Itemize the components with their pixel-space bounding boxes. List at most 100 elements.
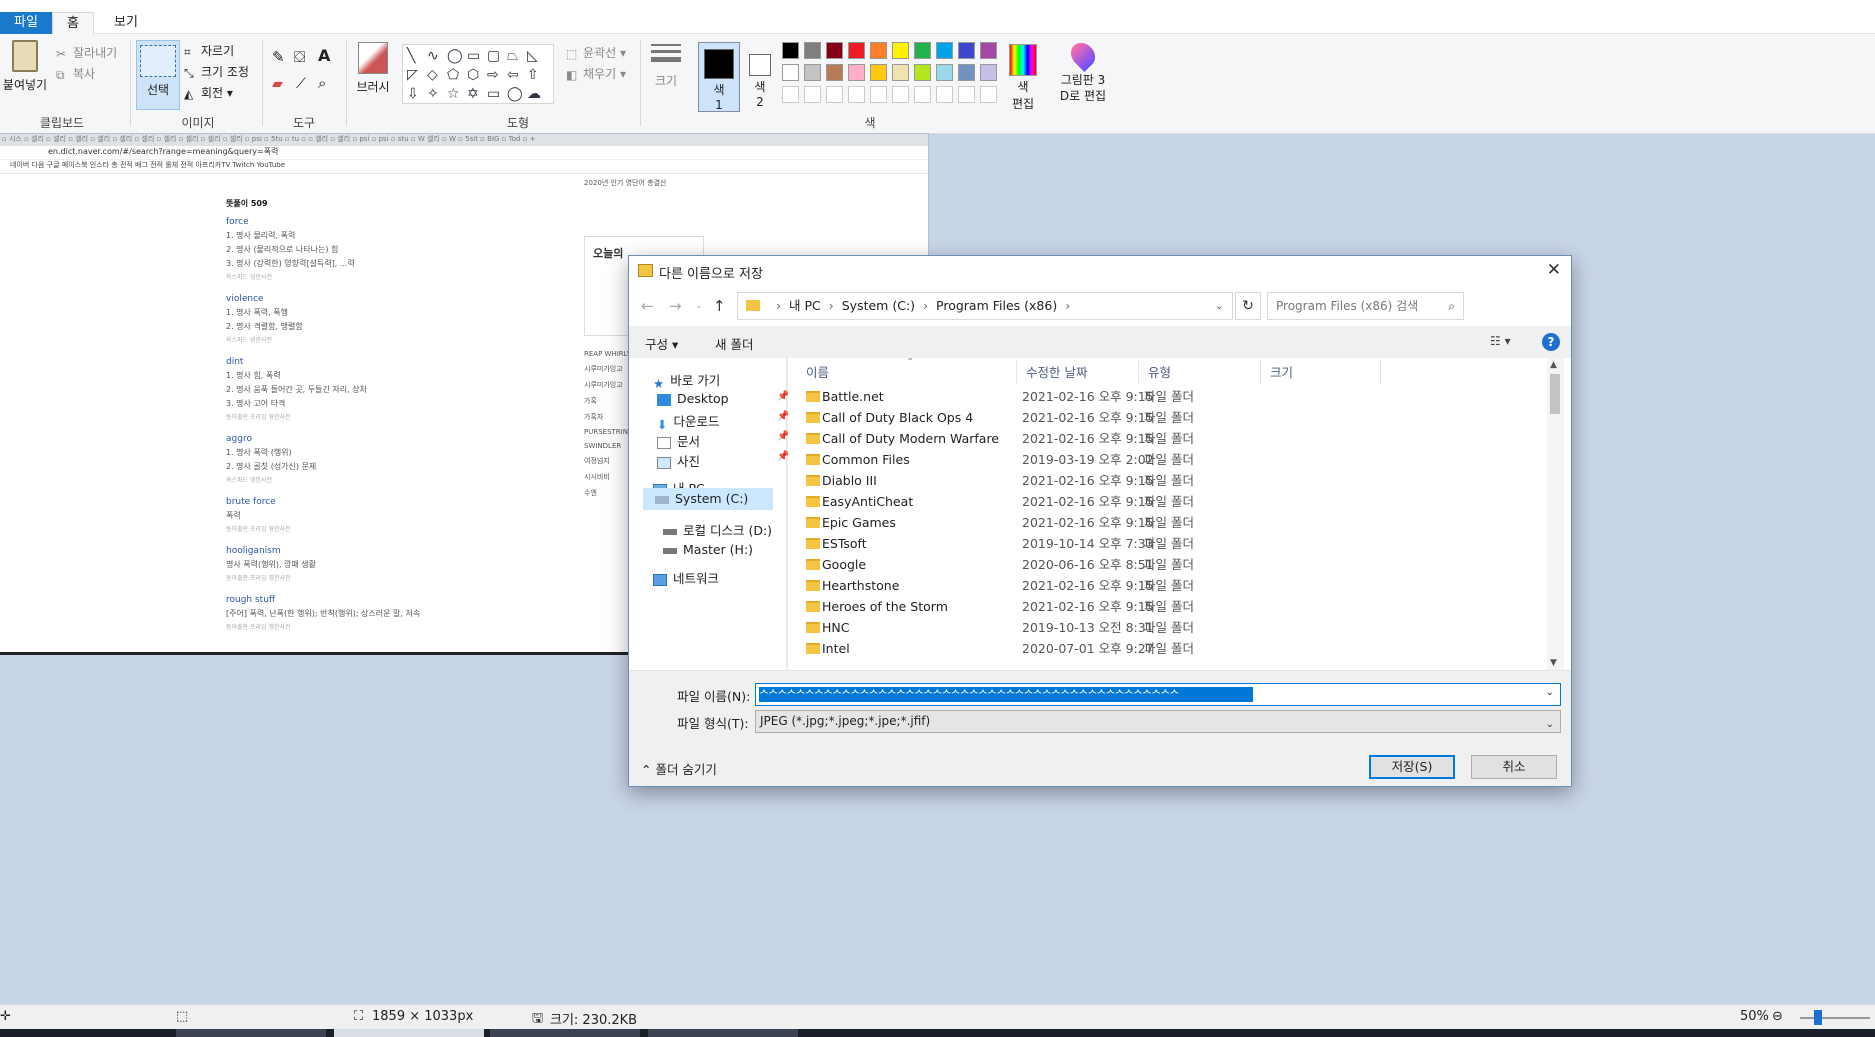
color-picker-icon[interactable]: ⟋ <box>296 76 306 92</box>
custom-color-slot[interactable] <box>870 86 887 103</box>
crop-button[interactable]: ⌗ 자르기 <box>184 42 234 59</box>
taskbar-item[interactable] <box>176 1029 326 1037</box>
select-button[interactable]: 선택 <box>136 40 180 110</box>
custom-color-slot[interactable] <box>892 86 909 103</box>
palette-color-swatch[interactable] <box>782 64 799 81</box>
resize-button[interactable]: ⤡ 크기 조정 <box>184 63 249 80</box>
column-date[interactable]: 수정한 날짜 <box>1026 362 1087 384</box>
custom-color-slot[interactable] <box>826 86 843 103</box>
palette-color-swatch[interactable] <box>804 42 821 59</box>
file-row[interactable]: Heroes of the Storm 2021-02-16 오후 9:15 파일 … <box>788 596 1428 617</box>
left-arrow-shape-icon[interactable]: ⇦ <box>507 66 519 84</box>
custom-color-slot[interactable] <box>980 86 997 103</box>
address-bar[interactable]: › 내 PC › System (C:) › Program Files (x86) › ⌄ <box>737 292 1233 320</box>
star6-shape-icon[interactable]: ✡ <box>467 85 479 103</box>
custom-color-slot[interactable] <box>848 86 865 103</box>
palette-color-swatch[interactable] <box>980 42 997 59</box>
palette-color-swatch[interactable] <box>914 64 931 81</box>
polygon-shape-icon[interactable]: ⏢ <box>507 47 518 65</box>
scrollbar-thumb[interactable] <box>1550 374 1560 414</box>
chevron-down-icon[interactable]: ⌄ <box>1546 687 1554 698</box>
size-button[interactable]: 크기 <box>646 42 686 89</box>
refresh-icon[interactable]: ↻ <box>1235 292 1261 320</box>
save-button[interactable]: 저장(S) <box>1369 755 1455 779</box>
nav-desktop[interactable]: Desktop 📌 <box>657 391 797 406</box>
file-row[interactable]: Intel 2020-07-01 오후 9:27 파일 폴더 <box>788 638 1428 659</box>
callout-rect-shape-icon[interactable]: ▭ <box>487 85 500 103</box>
file-row[interactable]: Hearthstone 2021-02-16 오후 9:15 파일 폴더 <box>788 575 1428 596</box>
text-icon[interactable]: A <box>318 46 330 65</box>
file-row[interactable]: Battle.net 2021-02-16 오후 9:15 파일 폴더 <box>788 386 1428 407</box>
file-row[interactable]: Diablo III 2021-02-16 오후 9:15 파일 폴더 <box>788 470 1428 491</box>
column-name[interactable]: 이름 <box>806 362 829 384</box>
palette-color-swatch[interactable] <box>914 42 931 59</box>
scroll-up-icon[interactable]: ▲ <box>1550 360 1557 370</box>
star4-shape-icon[interactable]: ✧ <box>427 85 439 103</box>
up-arrow-shape-icon[interactable]: ⇧ <box>527 66 539 84</box>
eraser-icon[interactable]: ▰ <box>272 76 283 92</box>
file-row[interactable]: EasyAntiCheat 2021-02-16 오후 9:15 파일 폴더 <box>788 491 1428 512</box>
view-options-icon[interactable]: ☷ ▾ <box>1490 334 1511 348</box>
pencil-icon[interactable]: ✎ <box>272 48 285 66</box>
taskbar-item[interactable] <box>648 1029 798 1037</box>
nav-system-c[interactable]: System (C:) <box>643 488 773 510</box>
fill-button[interactable]: ◧ 채우기 ▾ <box>566 65 626 82</box>
zoom-slider-thumb[interactable] <box>1814 1010 1822 1025</box>
file-row[interactable]: Call of Duty Black Ops 4 2021-02-16 오후 9:… <box>788 407 1428 428</box>
palette-color-swatch[interactable] <box>936 42 953 59</box>
column-size[interactable]: 크기 <box>1270 362 1293 384</box>
nav-master-h[interactable]: Master (H:) <box>663 542 753 557</box>
tab-view[interactable]: 보기 <box>100 12 152 34</box>
nav-local-d[interactable]: 로컬 디스크 (D:) <box>663 520 772 539</box>
palette-color-swatch[interactable] <box>892 42 909 59</box>
column-type[interactable]: 유형 <box>1148 362 1171 384</box>
cut-button[interactable]: ✂ 잘라내기 <box>56 44 117 61</box>
column-separator[interactable] <box>1016 360 1017 384</box>
triangle-shape-icon[interactable]: ◺ <box>527 47 538 65</box>
edit-colors-button[interactable]: 색 편집 <box>1004 44 1042 112</box>
column-separator[interactable] <box>1138 360 1139 384</box>
magnifier-icon[interactable]: ⌕ <box>318 74 326 92</box>
palette-color-swatch[interactable] <box>980 64 997 81</box>
hexagon-shape-icon[interactable]: ⬡ <box>467 66 479 84</box>
palette-color-swatch[interactable] <box>848 42 865 59</box>
back-arrow-icon[interactable]: ← <box>641 297 654 315</box>
breadcrumb-system-c[interactable]: System (C:) <box>842 298 915 313</box>
custom-color-slot[interactable] <box>804 86 821 103</box>
shapes-gallery[interactable]: ╲ ∿ ◯ ▭ ▢ ⏢ ◺ ◸ ◇ ⬠ ⬡ ⇨ ⇦ ⇧ ⇩ ✧ ☆ ✡ ▭ ◯ … <box>402 44 554 104</box>
custom-color-slot[interactable] <box>936 86 953 103</box>
chevron-down-icon[interactable]: ⌄ <box>1215 293 1224 319</box>
tab-home[interactable]: 홈 <box>52 12 94 34</box>
file-row[interactable]: Common Files 2019-03-19 오후 2:02 파일 폴더 <box>788 449 1428 470</box>
zoom-slider[interactable] <box>1800 1017 1870 1019</box>
palette-color-swatch[interactable] <box>870 64 887 81</box>
hide-folders-button[interactable]: ⌃ 폴더 숨기기 <box>641 759 717 778</box>
nav-downloads[interactable]: ⬇ 다운로드 📌 <box>657 411 797 432</box>
nav-pictures[interactable]: 사진 📌 <box>657 451 797 470</box>
copy-button[interactable]: ⧉ 복사 <box>56 65 95 82</box>
custom-color-slot[interactable] <box>914 86 931 103</box>
callout-oval-shape-icon[interactable]: ◯ <box>507 85 523 103</box>
diamond-shape-icon[interactable]: ◇ <box>427 66 438 84</box>
rectangle-shape-icon[interactable]: ▭ <box>467 47 480 65</box>
paint3d-button[interactable]: 그림판 3 D로 편집 <box>1052 38 1114 104</box>
pentagon-shape-icon[interactable]: ⬠ <box>447 66 459 84</box>
file-list-scrollbar[interactable]: ▲ ▼ <box>1547 358 1564 670</box>
outline-button[interactable]: ⬚ 윤곽선 ▾ <box>566 44 626 61</box>
file-row[interactable]: Epic Games 2021-02-16 오후 9:15 파일 폴더 <box>788 512 1428 533</box>
palette-color-swatch[interactable] <box>936 64 953 81</box>
color2-button[interactable]: 색 2 <box>744 42 776 109</box>
tab-file[interactable]: 파일 <box>0 12 52 34</box>
file-row[interactable]: Call of Duty Modern Warfare 2021-02-16 오후… <box>788 428 1428 449</box>
right-triangle-shape-icon[interactable]: ◸ <box>407 66 418 84</box>
palette-color-swatch[interactable] <box>958 42 975 59</box>
right-arrow-shape-icon[interactable]: ⇨ <box>487 66 499 84</box>
up-arrow-icon[interactable]: ↑ <box>713 297 726 315</box>
rounded-rect-shape-icon[interactable]: ▢ <box>487 47 500 65</box>
nav-network[interactable]: 네트워크 <box>653 568 719 587</box>
file-row[interactable]: HNC 2019-10-13 오전 8:31 파일 폴더 <box>788 617 1428 638</box>
palette-color-swatch[interactable] <box>804 64 821 81</box>
palette-color-swatch[interactable] <box>782 42 799 59</box>
file-row[interactable]: ESTsoft 2019-10-14 오후 7:33 파일 폴더 <box>788 533 1428 554</box>
cancel-button[interactable]: 취소 <box>1471 755 1557 779</box>
